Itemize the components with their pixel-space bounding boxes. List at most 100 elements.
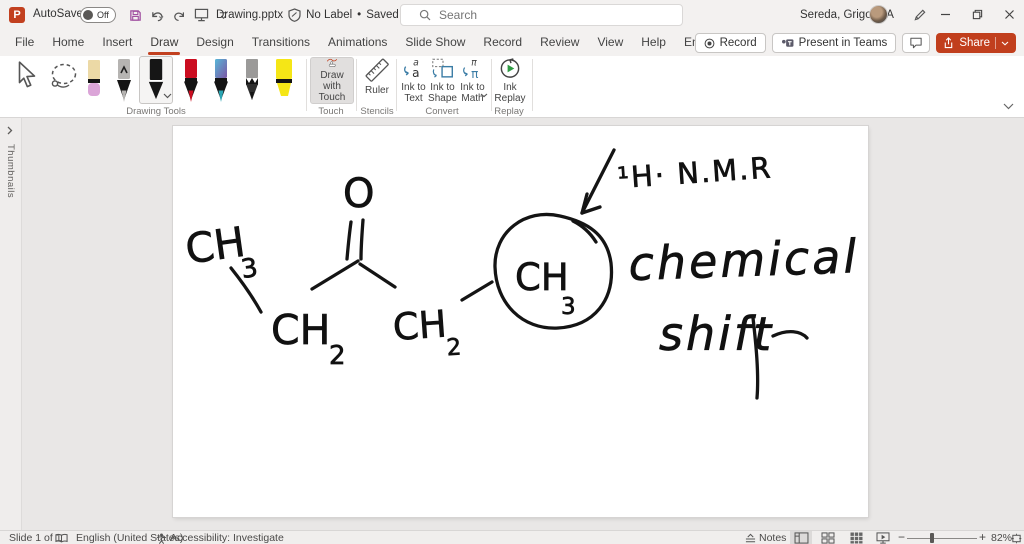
accessibility-icon[interactable] [156, 533, 167, 544]
ink-double-bond-line [345, 220, 353, 261]
sensitivity-label[interactable]: No Label [306, 9, 352, 21]
slide-sorter-icon [821, 531, 835, 544]
search-bar[interactable] [400, 4, 683, 26]
tab-record[interactable]: Record [474, 30, 531, 56]
present-in-teams-button[interactable]: Present in Teams [771, 33, 897, 53]
ink-text-oxygen: O [343, 171, 374, 217]
reading-view-button[interactable] [845, 531, 867, 544]
comments-button[interactable] [902, 33, 931, 53]
ink-to-shape-button[interactable]: Ink to Shape [428, 57, 457, 104]
share-button-label: Share [959, 37, 990, 49]
save-icon [129, 9, 141, 21]
ink-text-nmr: ¹H· N.M.R [616, 150, 773, 195]
select-tool-button[interactable] [14, 60, 40, 95]
restore-button[interactable] [962, 0, 992, 29]
teams-icon [781, 38, 794, 47]
minimize-button[interactable] [930, 0, 960, 29]
draw-with-touch-button[interactable]: Draw with Touch [310, 57, 354, 104]
zoom-in-button[interactable]: + [979, 530, 986, 544]
black-pen-tool-selected[interactable] [139, 56, 173, 104]
galaxy-pen-tool[interactable] [211, 58, 231, 109]
spellcheck-book-icon[interactable] [55, 533, 68, 544]
workspace: Thumbnails CH 3 CH 2 O CH 2 CH 3 ¹H· N.M… [0, 118, 1024, 530]
ink-drawing: CH 3 CH 2 O CH 2 CH 3 ¹H· N.M.R chemical… [182, 148, 860, 400]
tab-draw[interactable]: Draw [141, 30, 187, 56]
zoom-slider-thumb[interactable] [930, 533, 934, 543]
reading-view-icon [850, 532, 862, 543]
silver-pen-tool[interactable] [114, 58, 134, 109]
tab-view[interactable]: View [588, 30, 632, 56]
restore-icon [972, 9, 982, 20]
pencil-tool[interactable] [242, 58, 262, 109]
touch-group-label: Touch [318, 106, 344, 117]
thumbnails-pane-collapsed[interactable]: Thumbnails [0, 118, 22, 530]
close-icon [1004, 10, 1014, 19]
slide-sorter-view-button[interactable] [817, 531, 839, 544]
undo-button[interactable] [146, 5, 168, 25]
ink-flourish-cross [771, 330, 809, 340]
ink-to-text-button[interactable]: a a Ink to Text [399, 57, 428, 104]
slide-canvas[interactable]: CH 3 CH 2 O CH 2 CH 3 ¹H· N.M.R chemical… [173, 126, 868, 517]
lasso-select-button[interactable] [48, 62, 80, 97]
ink-to-math-button[interactable]: π π Ink to Math [457, 57, 488, 104]
expand-thumbnails-chevron-icon[interactable] [7, 126, 13, 135]
chevron-down-icon [480, 93, 488, 98]
tab-home[interactable]: Home [43, 30, 93, 56]
notes-button[interactable]: Notes [759, 532, 786, 544]
present-in-teams-label: Present in Teams [798, 37, 888, 49]
collapse-ribbon-chevron-icon[interactable] [1003, 103, 1014, 110]
zoom-slider-track[interactable] [907, 537, 977, 539]
eraser-tool[interactable] [84, 58, 104, 109]
ribbon-tab-row: File Home Insert Draw Design Transitions… [0, 30, 1024, 56]
tab-file[interactable]: File [6, 30, 43, 56]
document-title[interactable]: Drawing.pptx [216, 9, 283, 21]
autosave-state: Off [97, 10, 109, 20]
ink-text-methylene-left-sub: 2 [329, 341, 346, 371]
ink-text-methylene-right-sub: 2 [446, 334, 462, 361]
slideshow-view-button[interactable] [872, 531, 894, 544]
start-slideshow-button[interactable] [190, 5, 212, 25]
undo-icon [151, 11, 163, 21]
tab-insert[interactable]: Insert [93, 30, 141, 56]
ink-bond-line [460, 280, 494, 302]
language-indicator[interactable]: English (United States) [76, 532, 183, 544]
zoom-out-button[interactable]: − [898, 530, 905, 544]
tab-help[interactable]: Help [632, 30, 675, 56]
status-bar: Slide 1 of 1 English (United States) Acc… [0, 530, 1024, 544]
save-button[interactable] [124, 5, 146, 25]
record-dot-icon [704, 38, 714, 48]
tab-review[interactable]: Review [531, 30, 588, 56]
separator-dot: • [357, 9, 362, 21]
highlighter-tool[interactable] [272, 58, 296, 109]
slideshow-icon [876, 531, 890, 544]
share-icon [945, 37, 953, 49]
ink-replay-button[interactable]: Ink Replay [494, 57, 526, 104]
tab-transitions[interactable]: Transitions [243, 30, 319, 56]
ink-arrow-line [580, 148, 616, 215]
cursor-arrow-icon [18, 61, 36, 88]
ink-text-methylene-right: CH [392, 302, 449, 349]
autosave-toggle[interactable]: Off [80, 7, 116, 23]
ink-to-shape-icon [431, 58, 453, 78]
close-button[interactable] [994, 0, 1024, 29]
redo-button[interactable] [168, 5, 190, 25]
search-input[interactable] [439, 8, 659, 22]
red-pen-tool[interactable] [181, 58, 201, 109]
thumbnails-pane-label: Thumbnails [5, 144, 16, 199]
normal-view-button[interactable] [790, 531, 812, 544]
user-avatar[interactable] [869, 5, 888, 24]
accessibility-status[interactable]: Accessibility: Investigate [170, 532, 284, 544]
tab-animations[interactable]: Animations [319, 30, 396, 56]
group-separator [491, 59, 492, 111]
share-button[interactable]: Share [936, 33, 1016, 53]
lasso-icon [51, 63, 77, 88]
chevron-down-icon[interactable] [163, 93, 172, 99]
eraser-icon [88, 60, 100, 96]
zoom-level[interactable]: 82% [991, 532, 1012, 544]
fit-to-window-icon[interactable] [1011, 533, 1022, 544]
tab-design[interactable]: Design [187, 30, 242, 56]
ruler-button[interactable]: Ruler [358, 57, 396, 104]
record-button[interactable]: Record [694, 33, 766, 53]
tab-slide-show[interactable]: Slide Show [396, 30, 474, 56]
notes-icon [745, 533, 756, 542]
